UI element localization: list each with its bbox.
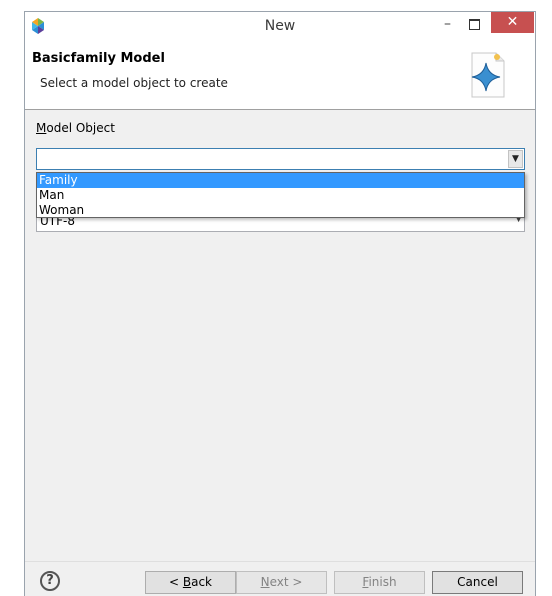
wizard-dialog: New – ✕ Basicfamily Model Select a model…: [24, 11, 536, 596]
title-bar: New – ✕: [25, 12, 535, 41]
model-object-dropdown: Family Man Woman: [36, 172, 525, 218]
dropdown-option-man[interactable]: Man: [37, 188, 524, 203]
close-button[interactable]: ✕: [491, 12, 534, 33]
model-object-label: Model Object: [36, 121, 115, 135]
chevron-down-icon[interactable]: ▼: [508, 150, 523, 168]
page-title: Basicfamily Model: [32, 51, 165, 66]
help-button[interactable]: ?: [40, 571, 60, 591]
dropdown-option-woman[interactable]: Woman: [37, 203, 524, 218]
model-object-combo[interactable]: ▼: [36, 148, 525, 170]
maximize-button[interactable]: [461, 15, 488, 35]
next-button[interactable]: Next >: [236, 571, 327, 594]
dropdown-option-family[interactable]: Family: [37, 173, 524, 188]
footer-divider: [25, 561, 535, 562]
wizard-header: Basicfamily Model Select a model object …: [25, 41, 535, 110]
finish-button[interactable]: Finish: [334, 571, 425, 594]
new-model-wizard-icon: [471, 52, 505, 98]
maximize-icon: [469, 19, 480, 30]
back-button[interactable]: < Back: [145, 571, 236, 594]
minimize-button[interactable]: –: [434, 15, 461, 35]
cancel-button[interactable]: Cancel: [432, 571, 523, 594]
page-description: Select a model object to create: [40, 76, 228, 90]
